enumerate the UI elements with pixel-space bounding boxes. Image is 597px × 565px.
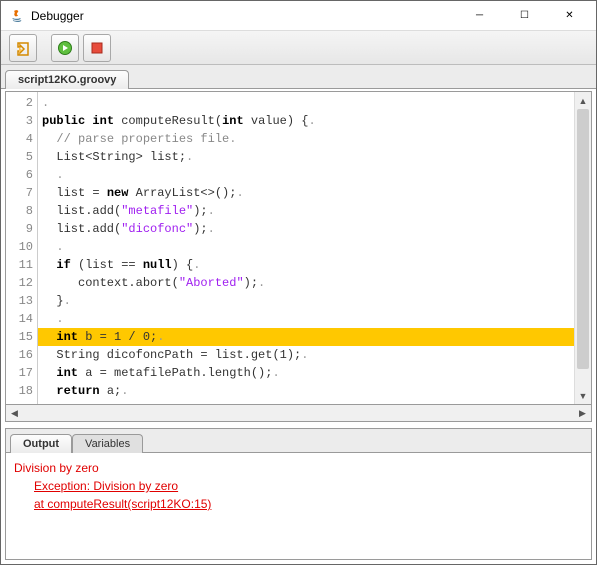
tab-variables[interactable]: Variables [72,434,143,453]
bottom-tabrow: Output Variables [6,429,591,453]
scroll-right-icon[interactable]: ▶ [574,405,591,421]
line-number: 18 [6,382,33,400]
step-button[interactable] [9,34,37,62]
code-editor[interactable]: 23456789101112131415161718 .public int c… [5,91,592,405]
code-line[interactable]: list.add("metafile");. [38,202,574,220]
line-number: 9 [6,220,33,238]
line-number: 15 [6,328,33,346]
run-button[interactable] [51,34,79,62]
code-line[interactable]: return a;. [38,382,574,400]
line-number: 5 [6,148,33,166]
scroll-thumb[interactable] [577,109,589,369]
close-button[interactable]: ✕ [547,2,592,30]
java-icon [9,8,25,24]
code-line[interactable]: if (list == null) {. [38,256,574,274]
tab-script[interactable]: script12KO.groovy [5,70,129,89]
code-line[interactable]: . [38,310,574,328]
scroll-up-icon[interactable]: ▲ [575,92,591,109]
code-line[interactable]: list.add("dicofonc");. [38,220,574,238]
editor-tabrow: script12KO.groovy [1,65,596,89]
horizontal-scrollbar[interactable]: ◀ ▶ [5,405,592,422]
output-line: Exception: Division by zero [14,477,583,495]
code-line[interactable]: int a = metafilePath.length();. [38,364,574,382]
code-line[interactable]: list = new ArrayList<>();. [38,184,574,202]
code-line[interactable]: String dicofoncPath = list.get(1);. [38,346,574,364]
output-line: at computeResult(script12KO:15) [14,495,583,513]
line-gutter: 23456789101112131415161718 [6,92,38,404]
line-number: 3 [6,112,33,130]
scroll-left-icon[interactable]: ◀ [6,405,23,421]
code-line[interactable]: . [38,94,574,112]
line-number: 11 [6,256,33,274]
minimize-button[interactable]: ─ [457,2,502,30]
code-line[interactable]: public int computeResult(int value) {. [38,112,574,130]
line-number: 2 [6,94,33,112]
line-number: 12 [6,274,33,292]
code-area[interactable]: .public int computeResult(int value) {. … [38,92,574,404]
code-line[interactable]: // parse properties file. [38,130,574,148]
code-line[interactable]: . [38,238,574,256]
vertical-scrollbar[interactable]: ▲ ▼ [574,92,591,404]
code-line[interactable]: List<String> list;. [38,148,574,166]
toolbar [1,31,596,65]
line-number: 6 [6,166,33,184]
line-number: 16 [6,346,33,364]
code-line[interactable]: }. [38,292,574,310]
line-number: 14 [6,310,33,328]
code-line[interactable]: int b = 1 / 0;. [38,328,574,346]
code-line[interactable]: . [38,166,574,184]
line-number: 8 [6,202,33,220]
line-number: 13 [6,292,33,310]
code-line[interactable]: context.abort("Aborted");. [38,274,574,292]
scroll-down-icon[interactable]: ▼ [575,387,591,404]
output-console[interactable]: Division by zero Exception: Division by … [6,453,591,559]
maximize-button[interactable]: ☐ [502,2,547,30]
titlebar: Debugger ─ ☐ ✕ [1,1,596,31]
tab-output[interactable]: Output [10,434,72,453]
stop-button[interactable] [83,34,111,62]
bottom-panel: Output Variables Division by zero Except… [5,428,592,560]
line-number: 10 [6,238,33,256]
window-title: Debugger [31,9,457,23]
line-number: 17 [6,364,33,382]
line-number: 7 [6,184,33,202]
output-line: Division by zero [14,459,583,477]
line-number: 4 [6,130,33,148]
